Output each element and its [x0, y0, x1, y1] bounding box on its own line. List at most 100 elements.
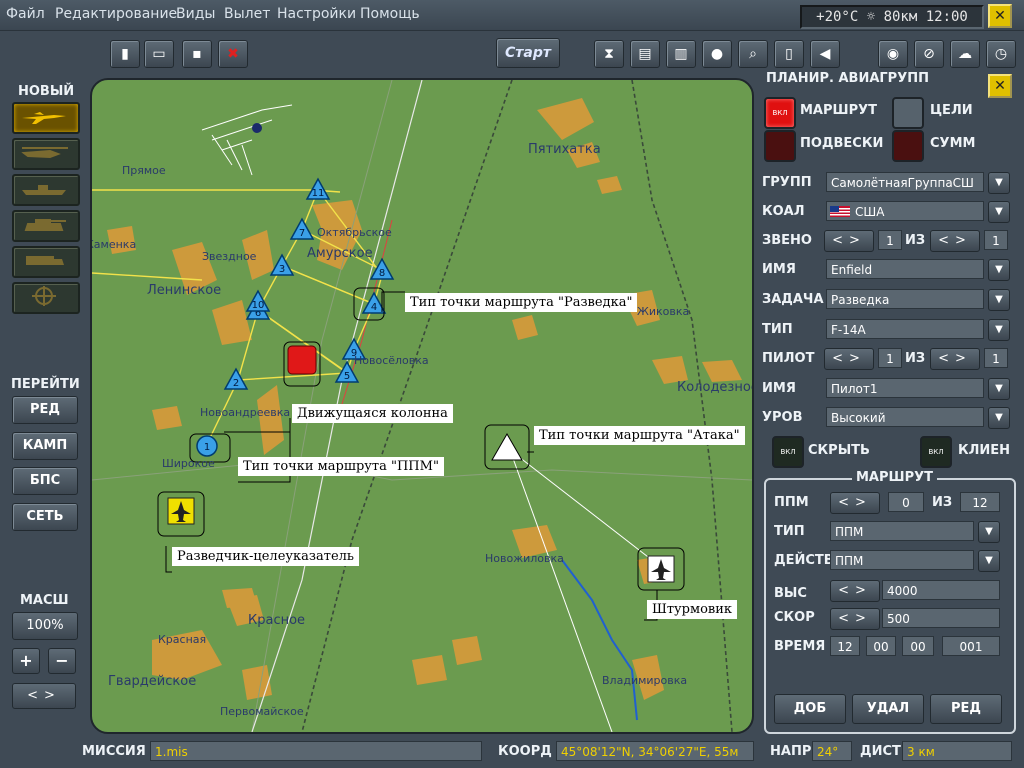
chevron-right-icon: >: [855, 495, 872, 510]
time-hours[interactable]: 12: [830, 636, 860, 656]
loadout-toggle[interactable]: [764, 130, 796, 162]
speed-field[interactable]: 500: [882, 608, 1000, 628]
group-dropdown[interactable]: ▼: [988, 172, 1010, 194]
pilot-button[interactable]: ●: [702, 40, 732, 68]
menu-file[interactable]: Файл: [6, 6, 45, 22]
zoom-out-button[interactable]: −: [48, 648, 76, 674]
client-label: КЛИЕН: [958, 443, 1011, 458]
speed-stepper[interactable]: <>: [830, 608, 880, 630]
targets-toggle[interactable]: [892, 97, 924, 129]
delete-waypoint-button[interactable]: УДАЛ: [852, 694, 924, 724]
new-tank-button[interactable]: [12, 210, 80, 242]
panel-close-button[interactable]: ✕: [988, 74, 1012, 98]
new-helicopter-button[interactable]: [12, 138, 80, 170]
binoculars-icon: ◉: [886, 46, 900, 62]
menu-fly[interactable]: Вылет: [224, 6, 270, 22]
clipboard-button[interactable]: ▥: [666, 40, 696, 68]
map-view[interactable]: 234567891011 1 Пятихатка Прямое: [90, 78, 754, 734]
column-icon[interactable]: [287, 345, 317, 375]
town-label: Жиковка: [637, 305, 690, 318]
chevron-right-icon: >: [955, 351, 972, 366]
new-truck-button[interactable]: [12, 246, 80, 278]
book-icon: ▯: [785, 46, 793, 62]
us-flag-icon: [830, 206, 850, 217]
wp-stepper[interactable]: <>: [830, 492, 880, 514]
new-file-button[interactable]: ▮: [110, 40, 140, 68]
add-waypoint-button[interactable]: ДОБ: [774, 694, 846, 724]
mission-field: 1.mis: [150, 741, 482, 761]
flight-total-stepper[interactable]: <>: [930, 230, 980, 252]
goto-network-button[interactable]: СЕТЬ: [12, 503, 78, 531]
menu-edit[interactable]: Редактирование: [55, 6, 177, 22]
menu-settings[interactable]: Настройки: [277, 6, 356, 22]
pilot-name-label: ИМЯ: [762, 381, 796, 396]
pilot-stepper[interactable]: <>: [824, 348, 874, 370]
task-field[interactable]: Разведка: [826, 289, 984, 309]
tank-icon: [24, 219, 66, 231]
flight-stepper[interactable]: <>: [824, 230, 874, 252]
time-minutes[interactable]: 00: [866, 636, 896, 656]
save-button[interactable]: ▪: [182, 40, 212, 68]
task-dropdown[interactable]: ▼: [988, 289, 1010, 311]
menu-help[interactable]: Помощь: [360, 6, 420, 22]
name-field[interactable]: Enfield: [826, 259, 984, 279]
chevron-right-icon: >: [855, 611, 872, 626]
action-dropdown[interactable]: ▼: [978, 550, 1000, 572]
open-file-button[interactable]: ▭: [144, 40, 174, 68]
alt-stepper[interactable]: <>: [830, 580, 880, 602]
goto-label: ПЕРЕЙТИ: [11, 377, 80, 392]
coalition-dropdown[interactable]: ▼: [988, 201, 1010, 223]
name-dropdown[interactable]: ▼: [988, 259, 1010, 281]
weather-button[interactable]: ☁: [950, 40, 980, 68]
new-ship-button[interactable]: [12, 174, 80, 206]
delete-button[interactable]: ✖: [218, 40, 248, 68]
zoom-in-button[interactable]: +: [12, 648, 40, 674]
clock-button[interactable]: ◷: [986, 40, 1016, 68]
menu-view[interactable]: Виды: [176, 6, 215, 22]
wp-type-field[interactable]: ППМ: [830, 521, 974, 541]
document-icon: ▤: [638, 46, 652, 62]
close-app-button[interactable]: ✕: [988, 4, 1012, 28]
sound-button[interactable]: ◀: [810, 40, 840, 68]
summ-toggle[interactable]: [892, 130, 924, 162]
wp-value: 0: [888, 492, 924, 512]
heading-field: 24°: [812, 741, 852, 761]
client-toggle[interactable]: ВКЛ: [920, 436, 952, 468]
start-button[interactable]: Старт: [496, 38, 560, 68]
scroll-arrows[interactable]: <>: [12, 683, 76, 709]
ban-button[interactable]: ⊘: [914, 40, 944, 68]
mission-label: МИССИЯ: [82, 744, 146, 759]
encyclopedia-button[interactable]: ▯: [774, 40, 804, 68]
hide-toggle[interactable]: ВКЛ: [772, 436, 804, 468]
pilot-name-field[interactable]: Пилот1: [826, 378, 984, 398]
goto-campaign-button[interactable]: КАМП: [12, 432, 78, 460]
type-dropdown[interactable]: ▼: [988, 319, 1010, 341]
action-field[interactable]: ППМ: [830, 550, 974, 570]
briefing-button[interactable]: ▤: [630, 40, 660, 68]
wp-type-dropdown[interactable]: ▼: [978, 521, 1000, 543]
time-tool-button[interactable]: ⧗: [594, 40, 624, 68]
binoculars-button[interactable]: ◉: [878, 40, 908, 68]
dist-label: ДИСТ: [860, 744, 901, 759]
type-field[interactable]: F-14A: [826, 319, 984, 339]
chevron-down-icon: ▼: [995, 412, 1003, 423]
pilot-name-dropdown[interactable]: ▼: [988, 378, 1010, 400]
level-dropdown[interactable]: ▼: [988, 407, 1010, 429]
time-seconds[interactable]: 00: [902, 636, 934, 656]
time-ms[interactable]: 001: [942, 636, 1000, 656]
edit-waypoint-button[interactable]: РЕД: [930, 694, 1002, 724]
pilot-total-stepper[interactable]: <>: [930, 348, 980, 370]
route-toggle-label: МАРШРУТ: [800, 103, 878, 118]
attack-waypoint-icon[interactable]: [491, 432, 523, 461]
route-toggle[interactable]: ВКЛ: [764, 97, 796, 129]
group-field[interactable]: СамолётнаяГруппаСШ: [826, 172, 984, 192]
new-target-button[interactable]: [12, 282, 80, 314]
goto-editor-button[interactable]: РЕД: [12, 396, 78, 424]
goto-bps-button[interactable]: БПС: [12, 467, 78, 495]
alt-field[interactable]: 4000: [882, 580, 1000, 600]
search-button[interactable]: ⌕: [738, 40, 768, 68]
new-aircraft-button[interactable]: [12, 102, 80, 134]
truck-icon: [26, 256, 64, 265]
zoom-value: 100%: [12, 612, 78, 640]
level-field[interactable]: Высокий: [826, 407, 984, 427]
